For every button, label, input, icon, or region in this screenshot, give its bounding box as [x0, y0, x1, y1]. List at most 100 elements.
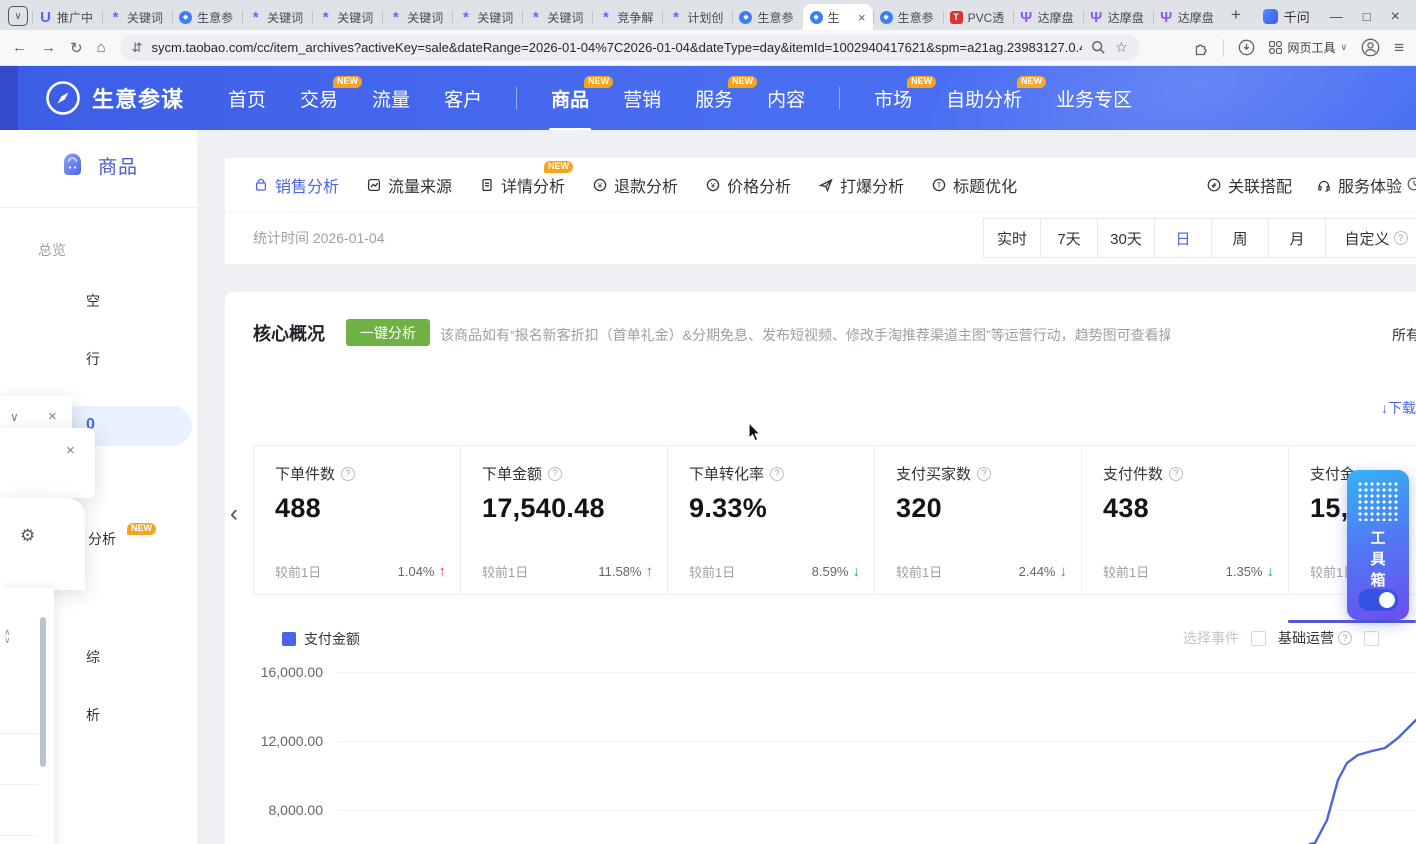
base-ops-checkbox[interactable]	[1251, 631, 1266, 646]
top-nav-item[interactable]: 商品 NEW	[551, 85, 589, 112]
metric-card[interactable]: 支付件数 ? 438 较前1日 1.35% ↓	[1082, 446, 1289, 594]
date-range-button[interactable]: 日 ?	[1155, 219, 1212, 257]
toolbox-toggle[interactable]	[1358, 589, 1398, 611]
second-checkbox-partial[interactable]	[1364, 631, 1379, 646]
forward-icon[interactable]: →	[41, 39, 56, 56]
scrollbar[interactable]	[40, 617, 46, 767]
close-icon[interactable]: ×	[66, 442, 75, 459]
browser-tab[interactable]: Ψ 达摩盘 ×	[1153, 4, 1223, 30]
browser-tab[interactable]: * 关键词 ×	[312, 4, 382, 30]
browser-tab[interactable]: * 关键词 ×	[452, 4, 522, 30]
browser-tab[interactable]: U 推广中 ×	[32, 4, 102, 30]
help-icon[interactable]: ?	[977, 467, 991, 481]
date-range-button[interactable]: 自定义 ?	[1326, 219, 1416, 257]
top-nav-item[interactable]: 首页	[228, 85, 266, 112]
carousel-prev-button[interactable]: ‹	[230, 500, 238, 528]
minimize-button[interactable]: —	[1330, 9, 1343, 24]
tab-search-icon[interactable]: ∨	[8, 6, 28, 26]
tab-detail-analysis[interactable]: 详情分析 NEW	[479, 173, 565, 197]
date-range-button[interactable]: 7天 ?	[1041, 219, 1098, 257]
address-bar[interactable]: ⇵ sycm.taobao.com/cc/item_archives?activ…	[120, 34, 1140, 61]
top-nav-item[interactable]: 业务专区	[1056, 85, 1132, 112]
tab-sales-analysis[interactable]: 销售分析	[253, 173, 339, 197]
date-range-button[interactable]: 月 ?	[1269, 219, 1326, 257]
tab-hot-analysis[interactable]: 打爆分析	[818, 173, 904, 197]
help-icon[interactable]: ?	[770, 467, 784, 481]
browser-tab[interactable]: * 关键词 ×	[102, 4, 172, 30]
web-tools-menu[interactable]: 网页工具 ∨	[1269, 39, 1347, 56]
browser-tab[interactable]: * 计划创 ×	[662, 4, 732, 30]
tab-price-analysis[interactable]: ¥ 价格分析	[705, 173, 791, 197]
top-nav-item[interactable]: 自助分析 NEW	[946, 85, 1022, 112]
extension-icon[interactable]	[1193, 40, 1209, 56]
download-icon[interactable]	[1238, 39, 1255, 56]
sidebar-item-fragment[interactable]: 综	[86, 647, 100, 667]
scroll-arrows[interactable]: ∧∨	[4, 628, 11, 644]
sidebar-item-fragment[interactable]: 空	[86, 291, 100, 311]
metric-card[interactable]: 下单金额 ? 17,540.48 较前1日 11.58% ↑	[461, 446, 668, 594]
tab-traffic-source[interactable]: 流量来源	[366, 173, 452, 197]
browser-tab[interactable]: T PVC透 ×	[943, 4, 1013, 30]
date-range-button[interactable]: 30天 ?	[1098, 219, 1155, 257]
help-icon[interactable]: ?	[341, 467, 355, 481]
close-window-button[interactable]: ×	[1391, 8, 1400, 26]
sidebar-item-fragment[interactable]: 析	[86, 705, 100, 725]
one-click-analyze-button[interactable]: 一键分析	[346, 319, 430, 346]
qianwen-button[interactable]: 千问	[1263, 7, 1310, 26]
top-nav-item[interactable]: 服务 NEW	[695, 85, 733, 112]
help-icon[interactable]: ?	[1169, 467, 1183, 481]
browser-tab[interactable]: * 关键词 ×	[382, 4, 452, 30]
service-experience-link[interactable]: 服务体验	[1316, 173, 1402, 197]
home-icon[interactable]: ⌂	[97, 39, 106, 56]
metric-card[interactable]: 下单转化率 ? 9.33% 较前1日 8.59% ↓	[668, 446, 875, 594]
carousel-scrollbar[interactable]	[1288, 620, 1416, 623]
date-range-button[interactable]: 周 ?	[1212, 219, 1269, 257]
metric-card[interactable]: 支付买家数 ? 320 较前1日 2.44% ↓	[875, 446, 1082, 594]
toolbox-widget[interactable]: 工具箱	[1347, 470, 1409, 620]
back-icon[interactable]: ←	[12, 39, 27, 56]
sidebar-item-fragment[interactable]: 总览	[38, 240, 66, 260]
browser-tab[interactable]: ◆ 生意参 ×	[732, 4, 802, 30]
reload-icon[interactable]: ↻	[70, 39, 83, 57]
sidebar-item-fragment[interactable]: 行	[86, 349, 100, 369]
top-nav-item[interactable]: 流量	[372, 85, 410, 112]
bookmark-star-icon[interactable]: ☆	[1115, 39, 1128, 56]
profile-avatar[interactable]	[1361, 38, 1380, 57]
site-settings-icon[interactable]: ⇵	[132, 40, 143, 56]
browser-tab[interactable]: * 关键词 ×	[522, 4, 592, 30]
sidebar-item-fragment[interactable]: NEW	[127, 523, 156, 535]
payment-line-chart[interactable]	[225, 660, 1416, 844]
zoom-icon[interactable]	[1091, 40, 1106, 55]
top-nav-item[interactable]: 市场 NEW	[874, 85, 912, 112]
menu-icon[interactable]: ≡	[1394, 38, 1404, 58]
top-nav-item[interactable]: 营销	[623, 85, 661, 112]
brand[interactable]: 生意参谋	[46, 81, 184, 115]
help-icon[interactable]: ?	[548, 467, 562, 481]
browser-tab[interactable]: * 竞争解 ×	[592, 4, 662, 30]
sidebar-item-fragment[interactable]: 分析	[88, 529, 116, 549]
browser-tab[interactable]: * 关键词 ×	[242, 4, 312, 30]
browser-tab[interactable]: ◆ 生意参 ×	[172, 4, 242, 30]
close-icon[interactable]: ×	[48, 408, 57, 425]
maximize-button[interactable]: □	[1363, 9, 1371, 24]
tab-title-optimize[interactable]: T 标题优化	[931, 173, 1017, 197]
help-icon[interactable]: ?	[1338, 631, 1352, 645]
download-link[interactable]: ↓下载	[1381, 398, 1416, 418]
date-range-button[interactable]: 实时 ?	[984, 219, 1041, 257]
terminal-filter-partial[interactable]: 所有	[1392, 325, 1416, 345]
new-tab-button[interactable]: +	[1223, 2, 1249, 28]
related-match-link[interactable]: 关联搭配	[1206, 173, 1292, 197]
browser-tab[interactable]: Ψ 达摩盘 ×	[1013, 4, 1083, 30]
browser-tab[interactable]: ◆ 生 ×	[803, 4, 873, 30]
browser-tab[interactable]: Ψ 达摩盘 ×	[1083, 4, 1153, 30]
browser-tab[interactable]: ◆ 生意参 ×	[873, 4, 943, 30]
top-nav-item[interactable]: 客户	[444, 85, 482, 112]
top-nav-item[interactable]: 内容	[767, 85, 805, 112]
clock-icon-partial[interactable]	[1406, 176, 1416, 192]
gear-icon[interactable]: ⚙	[20, 526, 35, 546]
metric-card[interactable]: 下单件数 ? 488 较前1日 1.04% ↑	[254, 446, 461, 594]
top-nav-item[interactable]: 交易 NEW	[300, 85, 338, 112]
url-text[interactable]: sycm.taobao.com/cc/item_archives?activeK…	[152, 40, 1083, 55]
tab-close-icon[interactable]: ×	[858, 10, 866, 25]
tab-refund-analysis[interactable]: ¥ 退款分析	[592, 173, 678, 197]
